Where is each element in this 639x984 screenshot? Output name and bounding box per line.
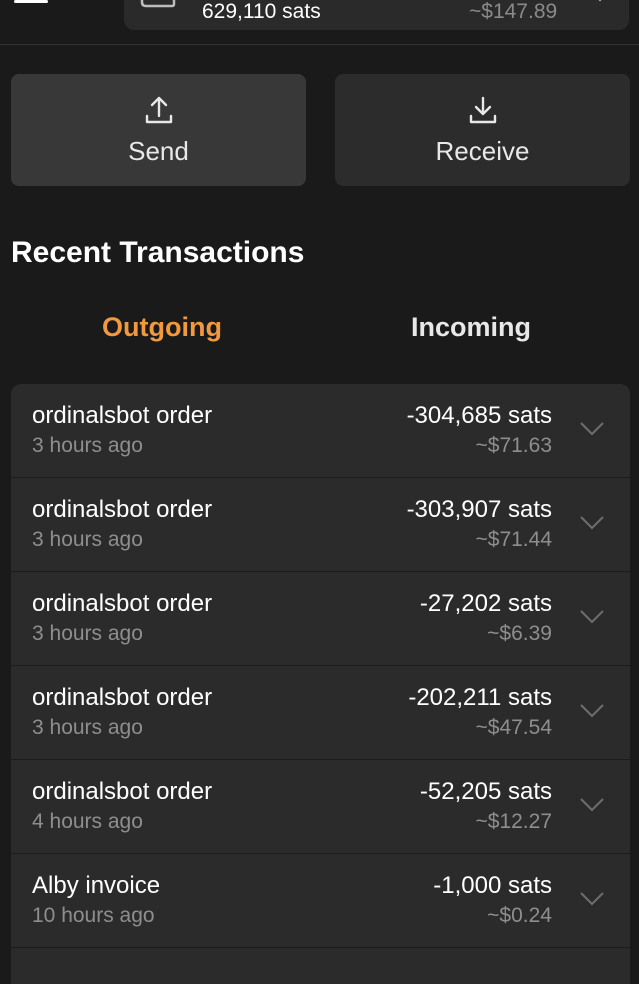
transaction-row[interactable]: ordinalsbot order 4 hours ago -52,205 sa…: [11, 760, 630, 854]
transaction-amount: -27,202 sats: [419, 590, 552, 617]
chevron-down-icon[interactable]: [580, 422, 604, 436]
tab-outgoing[interactable]: Outgoing: [102, 312, 222, 343]
transaction-title: ordinalsbot order: [32, 590, 213, 617]
upload-icon: [145, 96, 172, 124]
send-label: Send: [128, 136, 189, 166]
transaction-title: Alby invoice: [32, 872, 161, 899]
balance-sats: 629,110 sats: [202, 0, 321, 23]
balance-card[interactable]: 629,110 sats ~$147.89: [124, 0, 629, 30]
transaction-usd: ~$12.27: [475, 810, 553, 833]
transaction-title: ordinalsbot order: [32, 684, 213, 711]
transaction-usd: ~$47.54: [475, 716, 553, 739]
transaction-time: 3 hours ago: [32, 622, 143, 645]
chevron-down-icon[interactable]: [580, 704, 604, 718]
transaction-time: 3 hours ago: [32, 434, 143, 457]
transaction-title: ordinalsbot order: [32, 402, 213, 429]
transaction-usd: ~$71.44: [475, 528, 553, 551]
transaction-time: 4 hours ago: [32, 810, 143, 833]
transaction-amount: -1,000 sats: [433, 872, 552, 899]
chevron-down-icon: [598, 0, 602, 2]
transaction-time: 3 hours ago: [32, 716, 143, 739]
chevron-down-icon[interactable]: [580, 610, 604, 624]
transaction-row[interactable]: ordinalsbot order 3 hours ago -303,907 s…: [11, 478, 630, 572]
transaction-time: 10 hours ago: [32, 904, 155, 927]
transaction-row[interactable]: ordinalsbot order 3 hours ago -27,202 sa…: [11, 572, 630, 666]
chevron-down-icon[interactable]: [580, 516, 604, 530]
download-icon: [469, 96, 496, 124]
menu-icon[interactable]: [14, 0, 48, 6]
chevron-down-icon[interactable]: [580, 892, 604, 906]
balance-usd: ~$147.89: [469, 0, 558, 23]
transaction-title: ordinalsbot order: [32, 778, 213, 805]
transaction-list: ordinalsbot order 3 hours ago -304,685 s…: [11, 384, 630, 984]
wallet-icon: [140, 0, 176, 8]
top-bar: 629,110 sats ~$147.89: [0, 0, 639, 45]
section-title: Recent Transactions: [11, 236, 305, 269]
transaction-amount: -304,685 sats: [406, 402, 552, 429]
transaction-time: 3 hours ago: [32, 528, 143, 551]
transaction-usd: ~$71.63: [475, 434, 553, 457]
transaction-amount: -52,205 sats: [419, 778, 552, 805]
transaction-amount: -202,211 sats: [408, 684, 552, 711]
transaction-row[interactable]: ordinalsbot order 3 hours ago -202,211 s…: [11, 666, 630, 760]
send-button[interactable]: Send: [11, 74, 306, 186]
transaction-usd: ~$6.39: [487, 622, 552, 645]
chevron-down-icon[interactable]: [580, 798, 604, 812]
receive-button[interactable]: Receive: [335, 74, 630, 186]
tab-incoming[interactable]: Incoming: [411, 312, 531, 343]
transaction-amount: -303,907 sats: [406, 496, 552, 523]
receive-label: Receive: [435, 136, 530, 166]
transaction-row[interactable]: ordinalsbot order 3 hours ago -304,685 s…: [11, 384, 630, 478]
transaction-title: ordinalsbot order: [32, 496, 213, 523]
transaction-row[interactable]: Alby invoice 10 hours ago -1,000 sats ~$…: [11, 854, 630, 948]
transaction-usd: ~$0.24: [487, 904, 552, 927]
